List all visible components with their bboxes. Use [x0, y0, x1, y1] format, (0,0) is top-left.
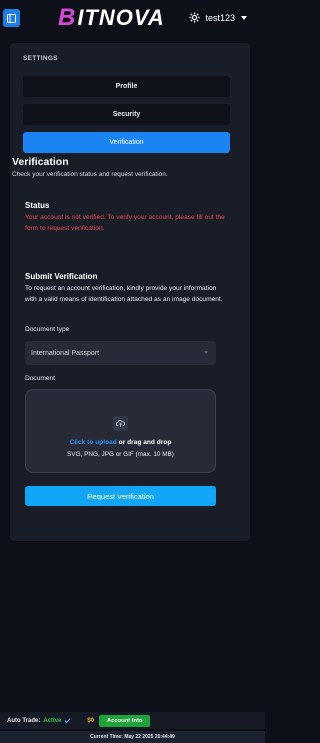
upload-icon: [113, 416, 128, 431]
page-subtitle: Check your verification status and reque…: [12, 171, 168, 178]
status-bar: Auto Trade: Active $0 Account Info: [0, 712, 265, 729]
auto-trade-status: Active: [43, 717, 62, 724]
document-label: Document: [25, 375, 56, 382]
balance-value: $0: [87, 717, 95, 724]
document-type-value: International Passport: [31, 349, 100, 357]
logo-text: ITNOVA: [77, 5, 165, 30]
document-type-select[interactable]: International Passport: [25, 341, 216, 365]
check-icon: [64, 718, 71, 724]
tab-profile[interactable]: Profile: [23, 76, 230, 97]
document-type-label: Document type: [25, 326, 70, 333]
account-info-button[interactable]: Account Info: [99, 714, 151, 727]
top-bar: B ITNOVA test123: [0, 0, 265, 36]
tab-verification[interactable]: Verification: [23, 132, 230, 153]
brand-logo[interactable]: B ITNOVA: [58, 4, 165, 31]
chevron-down-icon: [241, 15, 247, 20]
settings-heading: SETTINGS: [23, 55, 58, 62]
upload-prompt: Click to upload or drag and drop: [26, 439, 215, 446]
logo-initial: B: [58, 4, 77, 31]
document-dropzone[interactable]: Click to upload or drag and drop SVG, PN…: [25, 389, 216, 473]
menu-icon: [7, 13, 16, 23]
submit-instructions: To request an account verification, kind…: [25, 285, 223, 303]
drag-drop-text: or drag and drop: [116, 439, 172, 446]
user-menu[interactable]: test123: [189, 12, 247, 23]
gear-icon: [189, 12, 201, 23]
click-to-upload-link[interactable]: Click to upload: [70, 439, 117, 446]
current-time: Current Time: May 22 2025 20:44:49: [0, 731, 265, 743]
auto-trade-label: Auto Trade:: [7, 717, 41, 724]
status-heading: Status: [25, 201, 50, 210]
status-message: Your account is not verified. To verify …: [25, 214, 225, 232]
page-title: Verification: [12, 156, 69, 168]
tab-security[interactable]: Security: [23, 104, 230, 125]
request-verification-button[interactable]: Request Verification: [25, 486, 216, 506]
submit-heading: Submit Verification: [25, 272, 98, 281]
upload-formats: SVG, PNG, JPG or GIF (max. 10 MB): [67, 451, 174, 458]
chevron-down-icon: [204, 351, 208, 354]
menu-button[interactable]: [3, 9, 20, 27]
username: test123: [205, 12, 235, 23]
